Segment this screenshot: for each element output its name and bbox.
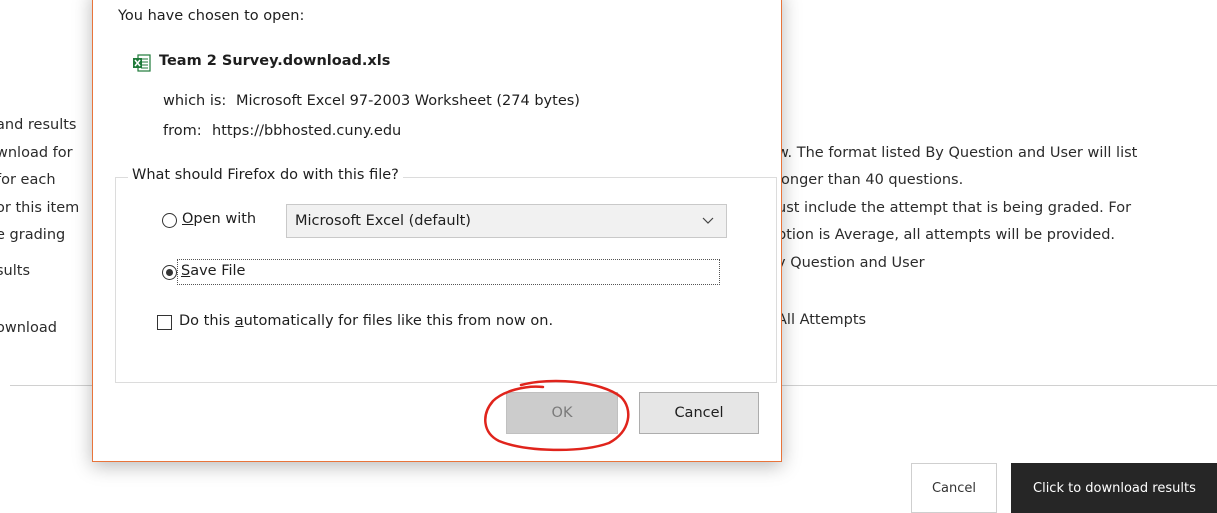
action-group-title: What should Firefox do with this file?: [128, 167, 403, 183]
open-with-accesskey: O: [182, 211, 194, 227]
save-file-radio[interactable]: [162, 265, 177, 280]
auto-action-checkbox[interactable]: [157, 315, 172, 330]
bg-text-right-1: w. The format listed By Question and Use…: [777, 145, 1138, 161]
save-file-label[interactable]: Save File: [181, 263, 245, 279]
open-file-dialog: You have chosen to open: Team 2 Survey.d…: [92, 0, 782, 462]
bg-text-left-5: e grading: [0, 227, 66, 243]
bg-text-right-4: ption is Average, all attempts will be p…: [777, 227, 1116, 243]
file-source-value: https://bbhosted.cuny.edu: [212, 123, 402, 139]
auto-action-label-end: utomatically for files like this from no…: [243, 313, 554, 329]
dialog-cancel-button[interactable]: Cancel: [639, 392, 759, 434]
save-file-accesskey: S: [181, 263, 191, 279]
open-with-app-select[interactable]: Microsoft Excel (default): [286, 204, 727, 238]
bg-text-right-3: ust include the attempt that is being gr…: [777, 200, 1132, 216]
ok-button[interactable]: OK: [506, 392, 618, 434]
bg-text-left-4: or this item: [0, 200, 80, 216]
download-results-button[interactable]: Click to download results: [1011, 463, 1217, 513]
auto-action-label-start: Do this: [179, 313, 235, 329]
auto-action-accesskey: a: [234, 313, 244, 329]
bg-text-left-6: sults: [0, 263, 31, 279]
dialog-heading: You have chosen to open:: [118, 8, 305, 24]
chevron-down-icon: [702, 217, 714, 224]
bg-text-left-3: for each: [0, 172, 56, 188]
bg-text-left-7: ownload: [0, 320, 57, 336]
open-with-radio[interactable]: [162, 213, 177, 228]
bg-text-right-5: y Question and User: [777, 255, 925, 271]
bg-text-right-2: longer than 40 questions.: [777, 172, 964, 188]
bg-text-left-2: wnload for: [0, 145, 73, 161]
auto-action-label[interactable]: Do this automatically for files like thi…: [179, 313, 553, 329]
bg-text-right-6: All Attempts: [777, 312, 867, 328]
open-with-label-rest: pen with: [193, 211, 257, 227]
file-name: Team 2 Survey.download.xls: [159, 53, 391, 69]
file-source-label: from:: [163, 123, 202, 139]
file-type-value: Microsoft Excel 97-2003 Worksheet (274 b…: [236, 93, 580, 109]
save-file-label-rest: ave File: [190, 263, 246, 279]
open-with-label[interactable]: Open with: [182, 211, 256, 227]
page-cancel-button[interactable]: Cancel: [911, 463, 997, 513]
file-type-label: which is:: [163, 93, 227, 109]
open-with-app-value: Microsoft Excel (default): [295, 213, 471, 229]
excel-file-icon: [133, 54, 151, 72]
bg-text-left-1: and results: [0, 117, 77, 133]
save-file-focus-ring: [177, 259, 720, 285]
